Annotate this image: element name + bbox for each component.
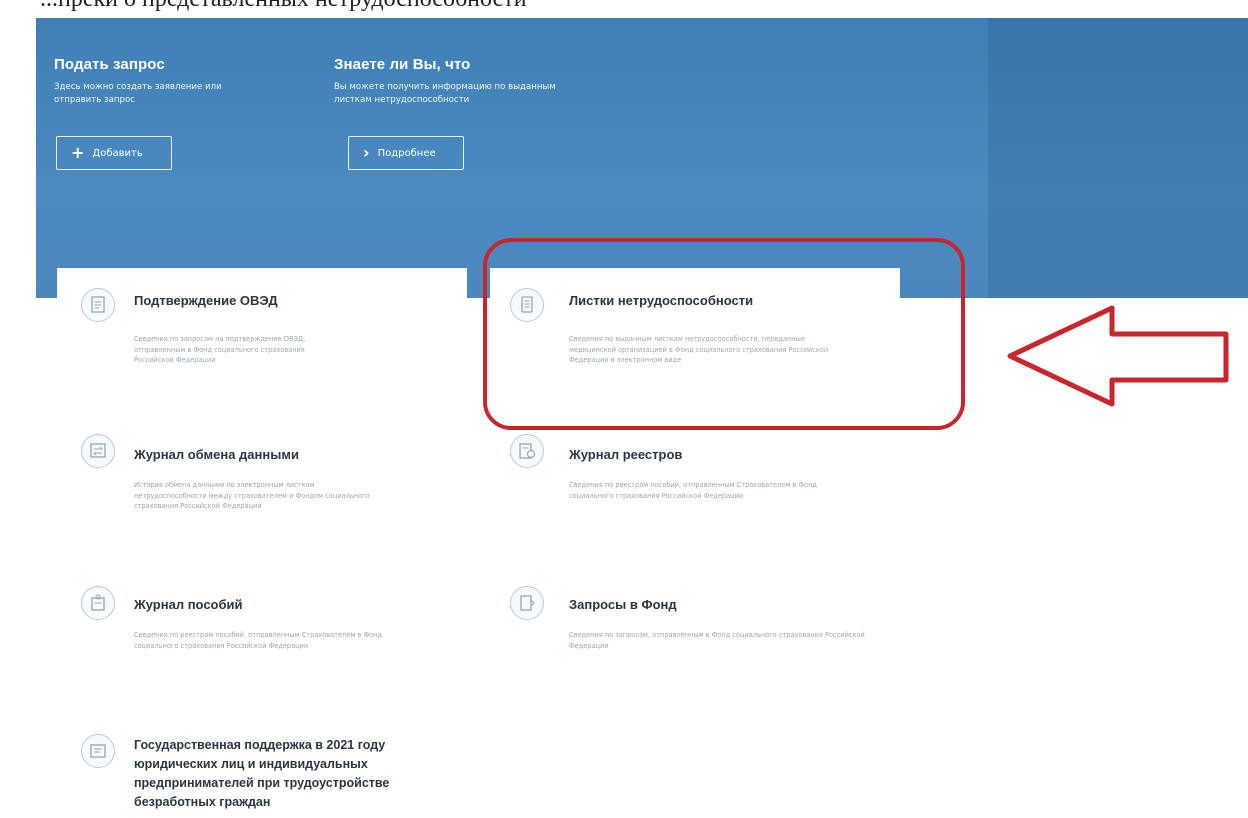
- request-block: Подать запрос Здесь можно создать заявле…: [54, 56, 274, 107]
- card-description: Сведения по реестрам пособий, отправленн…: [134, 631, 382, 650]
- exchange-log-icon: [81, 434, 115, 468]
- pointer-arrow-icon: [1007, 305, 1229, 407]
- card-description: История обмена данными по электронным ли…: [134, 481, 370, 510]
- info-description: Вы можете получить информацию по выданны…: [334, 82, 556, 105]
- state-support-icon: [81, 734, 115, 768]
- card-title: Запросы в Фонд: [569, 597, 677, 612]
- plus-icon: +: [71, 143, 85, 162]
- registry-log-icon: [510, 434, 544, 468]
- card-state-support[interactable]: Государственная поддержка в 2021 году юр…: [57, 728, 467, 816]
- more-button-label: Подробнее: [377, 147, 436, 159]
- page-top-caption: ...преки о представленных нетрудоспособн…: [0, 0, 1248, 16]
- add-button[interactable]: + Добавить: [56, 136, 172, 170]
- card-title: Подтверждение ОВЭД: [134, 293, 278, 308]
- chevron-right-icon: ›: [363, 143, 370, 162]
- document-icon: [81, 288, 115, 322]
- card-registry-log[interactable]: Журнал реестров Сведения по реестрам пос…: [490, 430, 900, 550]
- card-benefits-log[interactable]: Журнал пособий Сведения по реестрам посо…: [57, 580, 467, 690]
- banner-shade: [988, 18, 1248, 298]
- card-ovd-confirmation[interactable]: Подтверждение ОВЭД Сведения по запросам …: [57, 268, 467, 418]
- card-title: Журнал реестров: [569, 447, 683, 462]
- info-block: Знаете ли Вы, что Вы можете получить инф…: [334, 56, 614, 107]
- card-description: Сведения по запросам на подтверждение ОВ…: [134, 335, 306, 364]
- card-description: Сведения по реестрам пособий, отправленн…: [569, 481, 817, 500]
- card-title: Журнал пособий: [134, 597, 243, 612]
- card-title: Государственная поддержка в 2021 году юр…: [134, 738, 390, 809]
- request-title: Подать запрос: [54, 56, 165, 73]
- more-button[interactable]: › Подробнее: [348, 136, 464, 170]
- card-fund-requests[interactable]: Запросы в Фонд Сведения по запросам, отп…: [490, 580, 900, 690]
- highlight-frame: [483, 238, 965, 430]
- card-title: Журнал обмена данными: [134, 447, 299, 462]
- fund-request-icon: [510, 586, 544, 620]
- info-title: Знаете ли Вы, что: [334, 56, 471, 73]
- request-description: Здесь можно создать заявление или отправ…: [54, 82, 222, 105]
- benefits-log-icon: [81, 586, 115, 620]
- add-button-label: Добавить: [92, 147, 143, 159]
- card-exchange-log[interactable]: Журнал обмена данными История обмена дан…: [57, 430, 467, 550]
- card-description: Сведения по запросам, отправленным в Фон…: [569, 631, 865, 650]
